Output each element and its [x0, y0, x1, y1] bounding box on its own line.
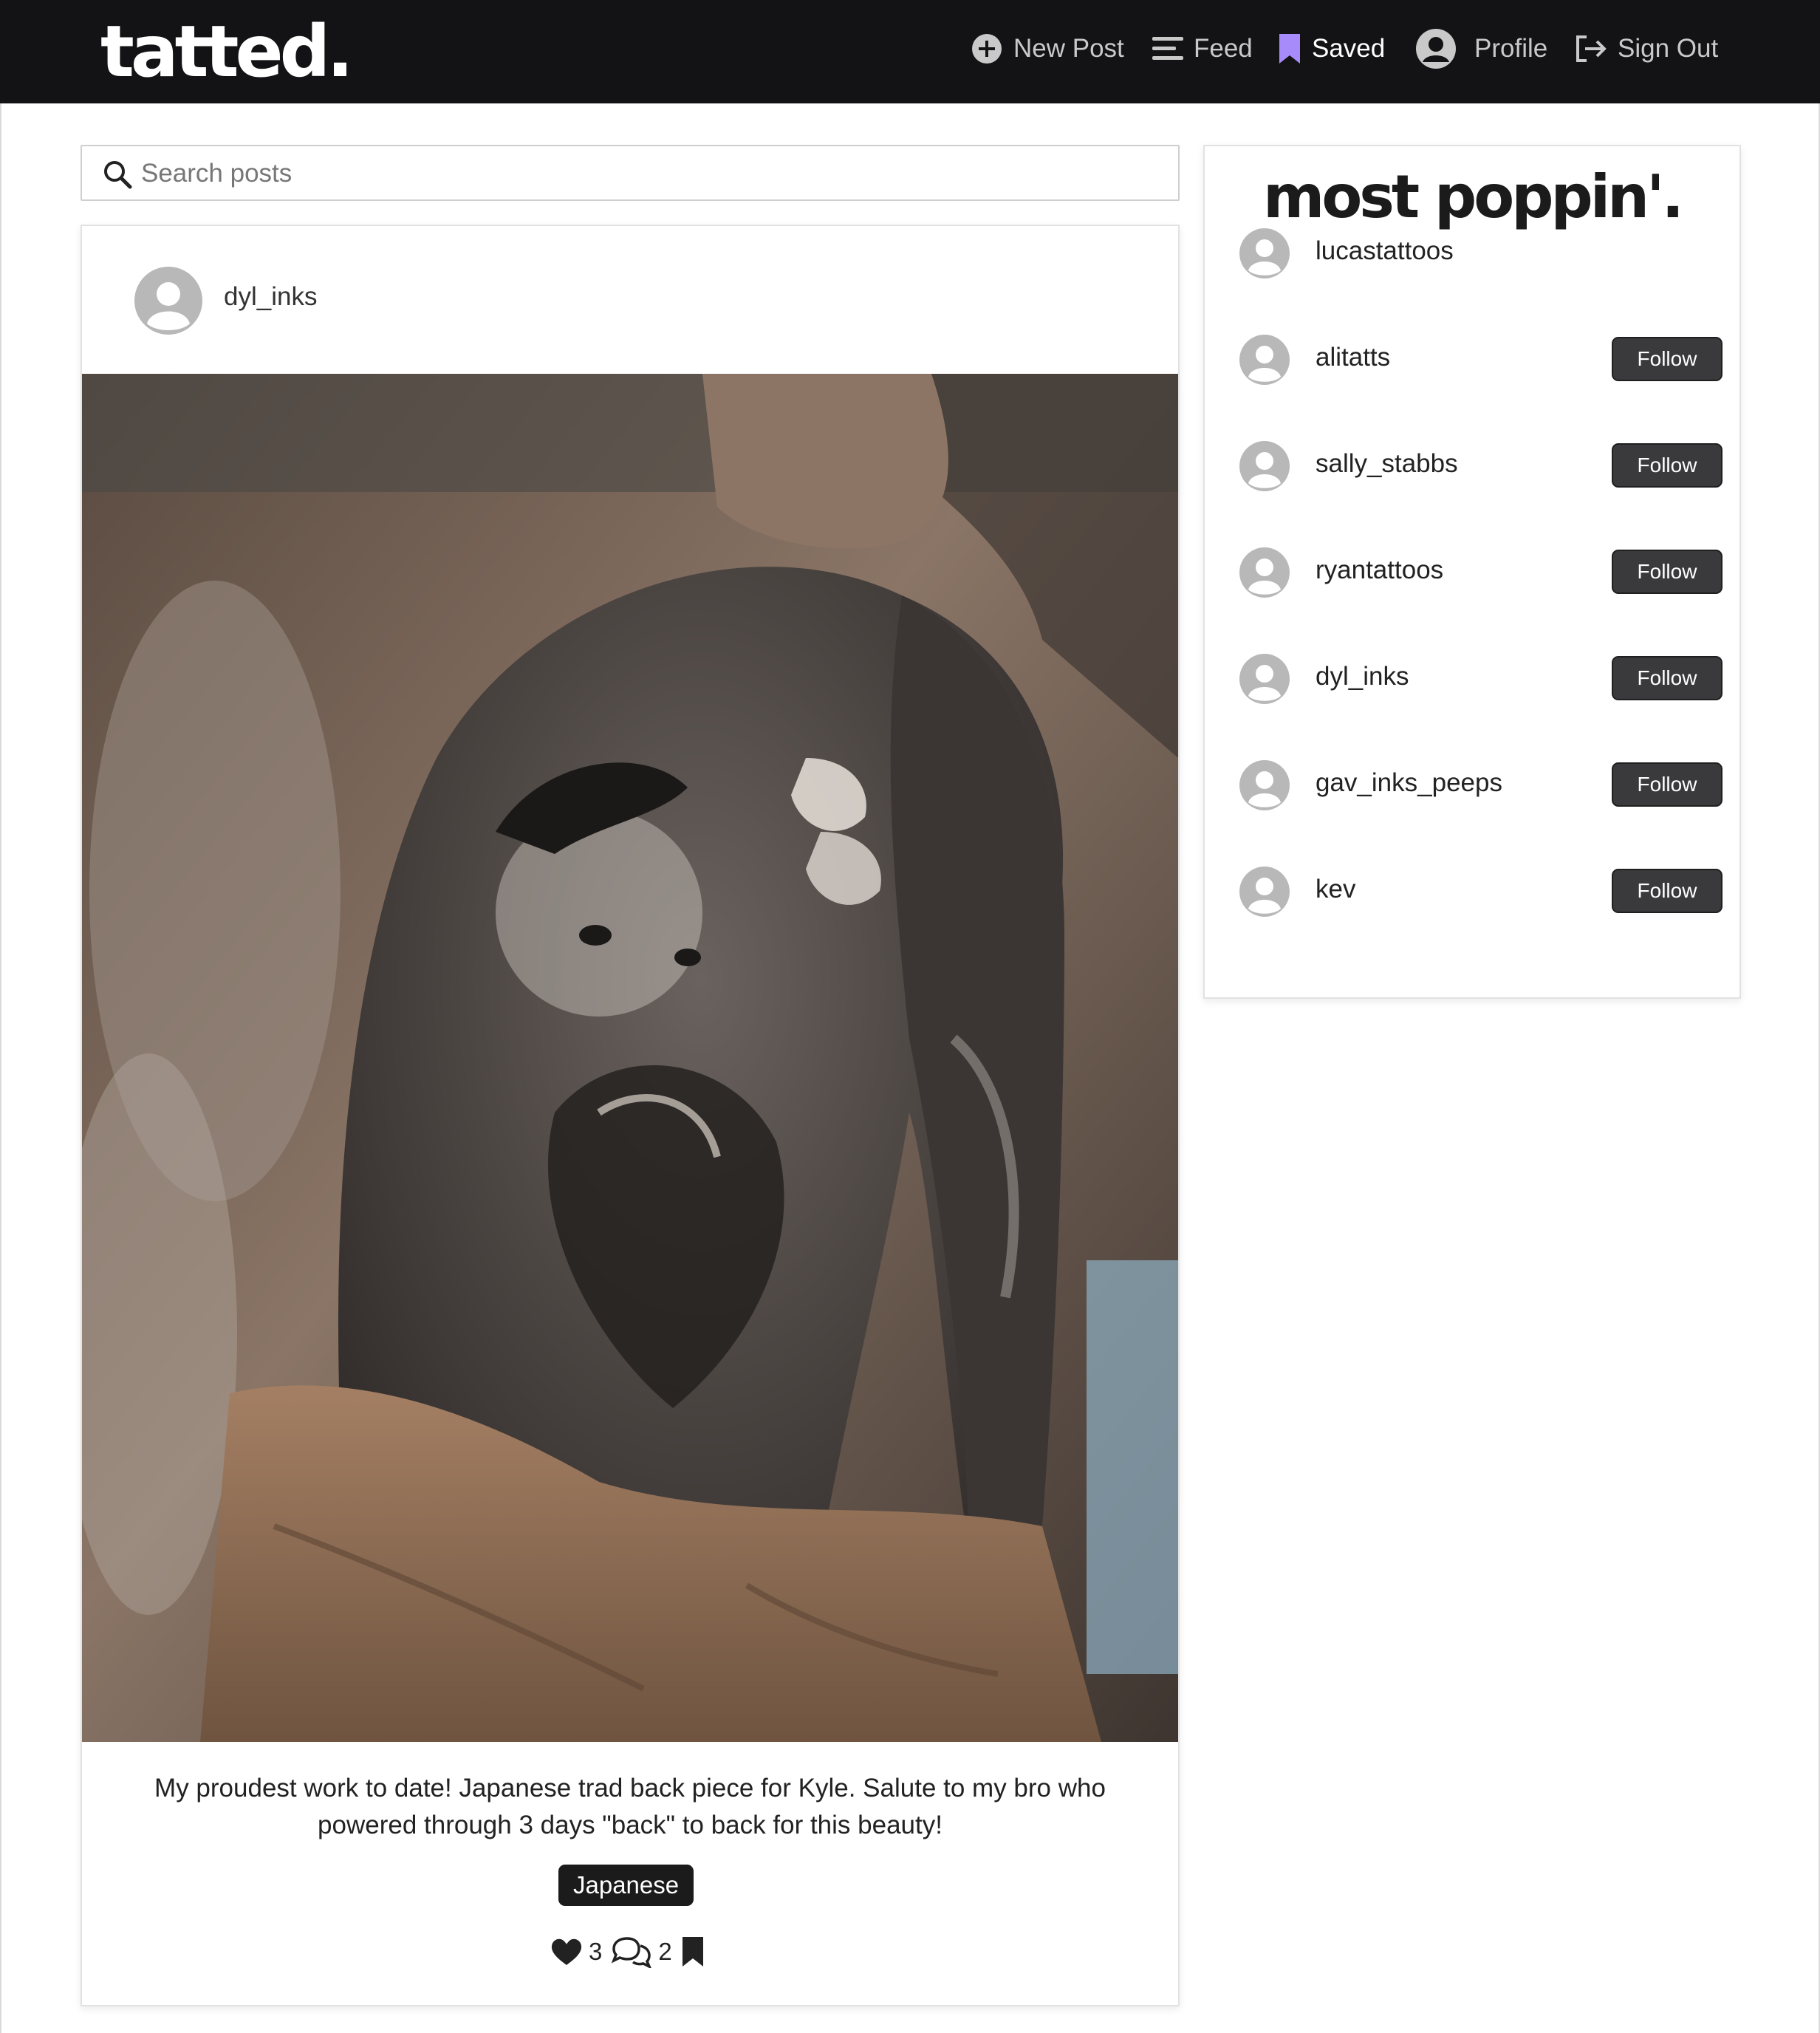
comment-count: 2: [658, 1938, 672, 1965]
most-poppin-panel: most poppin'. lucastattoos alitatts Follow…: [1203, 145, 1741, 999]
nav-saved[interactable]: Saved: [1278, 25, 1385, 72]
nav-feed[interactable]: Feed: [1152, 25, 1253, 72]
list-item: lucastattoos: [1205, 223, 1739, 282]
username[interactable]: lucastattoos: [1316, 236, 1454, 266]
list-item: ryantattoos Follow: [1205, 542, 1739, 601]
username[interactable]: alitatts: [1316, 343, 1390, 372]
follow-button[interactable]: Follow: [1612, 443, 1722, 488]
post-actions: 3 2: [550, 1934, 705, 1969]
list-item: kev Follow: [1205, 861, 1739, 920]
comments-icon: [612, 1937, 652, 1968]
list-item: dyl_inks Follow: [1205, 649, 1739, 708]
sign-out-icon: [1576, 35, 1607, 62]
avatar[interactable]: [1239, 759, 1290, 811]
tattoo-photo: [82, 374, 1178, 1742]
avatar[interactable]: [1239, 653, 1290, 705]
follow-button[interactable]: Follow: [1612, 656, 1722, 700]
list-item: alitatts Follow: [1205, 329, 1739, 389]
post-card: dyl_inks My proudest work to date! Japan…: [81, 225, 1180, 2006]
feed-lines-icon: [1152, 37, 1183, 60]
plus-circle-icon: [972, 34, 1002, 64]
username[interactable]: sally_stabbs: [1316, 449, 1458, 479]
avatar[interactable]: [1239, 547, 1290, 598]
search-input[interactable]: [141, 154, 1160, 194]
nav-sign-out[interactable]: Sign Out: [1575, 25, 1718, 72]
follow-button[interactable]: Follow: [1612, 550, 1722, 594]
nav-sign-out-label: Sign Out: [1618, 34, 1719, 63]
follow-button[interactable]: Follow: [1612, 337, 1722, 381]
nav-profile-label: Profile: [1474, 34, 1548, 63]
list-item: gav_inks_peeps Follow: [1205, 755, 1739, 814]
nav-new-post-label: New Post: [1013, 34, 1124, 63]
avatar[interactable]: [1239, 334, 1290, 386]
post-caption: My proudest work to date! Japanese trad …: [154, 1774, 1106, 1839]
like-button[interactable]: 3: [550, 1937, 611, 1967]
username[interactable]: ryantattoos: [1316, 556, 1443, 585]
post-username[interactable]: dyl_inks: [224, 282, 317, 312]
nav-new-post[interactable]: New Post: [971, 25, 1124, 72]
top-navbar: tatted. New Post Feed Saved Profile Sign…: [0, 0, 1820, 103]
username[interactable]: gav_inks_peeps: [1316, 768, 1502, 798]
bookmark-icon: [1279, 34, 1300, 64]
username[interactable]: dyl_inks: [1316, 662, 1409, 691]
bookmark-icon: [682, 1937, 703, 1967]
nav-saved-label: Saved: [1312, 34, 1386, 63]
search-bar: [81, 145, 1180, 201]
list-item: sally_stabbs Follow: [1205, 436, 1739, 495]
save-button[interactable]: [681, 1935, 705, 1968]
post-tag[interactable]: Japanese: [558, 1865, 694, 1906]
avatar[interactable]: [1239, 866, 1290, 918]
avatar[interactable]: [134, 266, 203, 335]
nav-profile[interactable]: Profile: [1415, 25, 1547, 72]
nav-feed-label: Feed: [1194, 34, 1253, 63]
post-image[interactable]: [82, 374, 1178, 1742]
follow-button[interactable]: Follow: [1612, 869, 1722, 913]
user-avatar-icon: [1416, 29, 1456, 69]
brand-logo[interactable]: tatted.: [100, 7, 354, 96]
heart-icon: [551, 1938, 582, 1965]
avatar[interactable]: [1239, 440, 1290, 492]
username[interactable]: kev: [1316, 875, 1355, 904]
comment-button[interactable]: 2: [611, 1935, 680, 1968]
search-icon: [104, 161, 132, 189]
follow-button[interactable]: Follow: [1612, 762, 1722, 807]
like-count: 3: [589, 1938, 603, 1965]
avatar[interactable]: [1239, 228, 1290, 279]
